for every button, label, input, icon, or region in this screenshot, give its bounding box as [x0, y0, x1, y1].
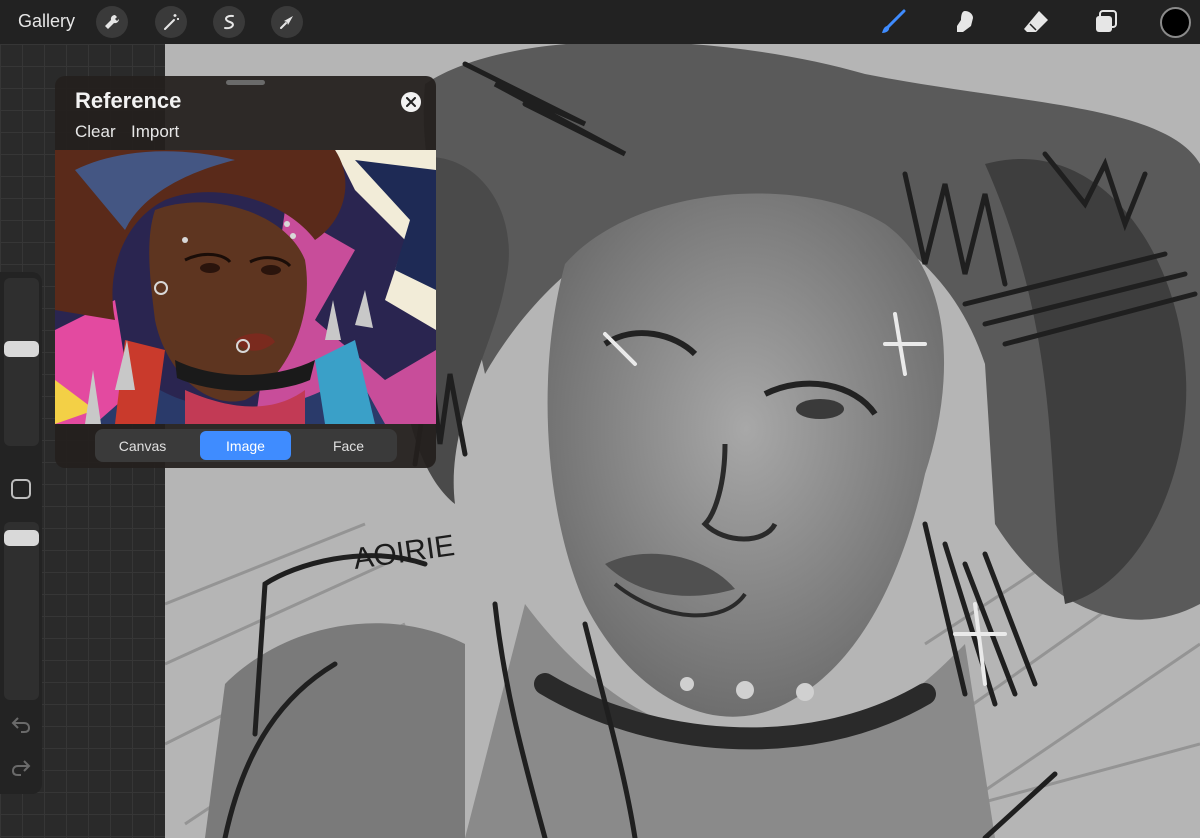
brush-size-thumb[interactable] — [4, 341, 39, 357]
undo-icon[interactable] — [10, 713, 32, 735]
eraser-icon — [1024, 11, 1048, 32]
adjustments-button[interactable] — [155, 6, 187, 38]
close-icon — [406, 97, 416, 107]
actions-button[interactable] — [96, 6, 128, 38]
brush-size-slider[interactable] — [4, 278, 39, 446]
layers-button[interactable] — [1091, 7, 1121, 37]
import-button[interactable]: Import — [131, 122, 179, 142]
close-button[interactable] — [401, 92, 421, 112]
clear-button[interactable]: Clear — [75, 122, 116, 142]
transform-button[interactable] — [271, 6, 303, 38]
brush-icon — [882, 9, 906, 33]
selection-icon — [224, 14, 234, 30]
opacity-slider[interactable] — [4, 522, 39, 700]
gallery-button[interactable]: Gallery — [18, 11, 75, 32]
brush-tool-button[interactable] — [878, 7, 908, 37]
eraser-tool-button[interactable] — [1021, 7, 1051, 37]
tab-image[interactable]: Image — [200, 431, 291, 460]
color-picker-button[interactable] — [1160, 7, 1191, 38]
redo-icon[interactable] — [10, 756, 32, 778]
left-sidebar — [0, 272, 42, 794]
reference-panel[interactable]: Reference Clear Import Canvas Image Face — [55, 76, 436, 468]
layers-icon — [1096, 10, 1117, 32]
smudge-tool-button[interactable] — [950, 7, 980, 37]
smudge-icon — [957, 11, 973, 32]
selection-button[interactable] — [213, 6, 245, 38]
modify-button[interactable] — [11, 479, 31, 499]
wrench-icon — [105, 14, 120, 29]
panel-grab-handle[interactable] — [226, 80, 265, 85]
reference-mode-control[interactable]: Canvas Image Face — [95, 429, 397, 462]
reference-image — [55, 150, 436, 424]
top-toolbar: Gallery — [0, 0, 1200, 44]
reference-title: Reference — [75, 88, 182, 113]
transform-icon — [280, 16, 293, 29]
tab-face[interactable]: Face — [303, 431, 394, 460]
opacity-thumb[interactable] — [4, 530, 39, 546]
magic-wand-icon — [164, 14, 179, 30]
tab-canvas[interactable]: Canvas — [97, 431, 188, 460]
